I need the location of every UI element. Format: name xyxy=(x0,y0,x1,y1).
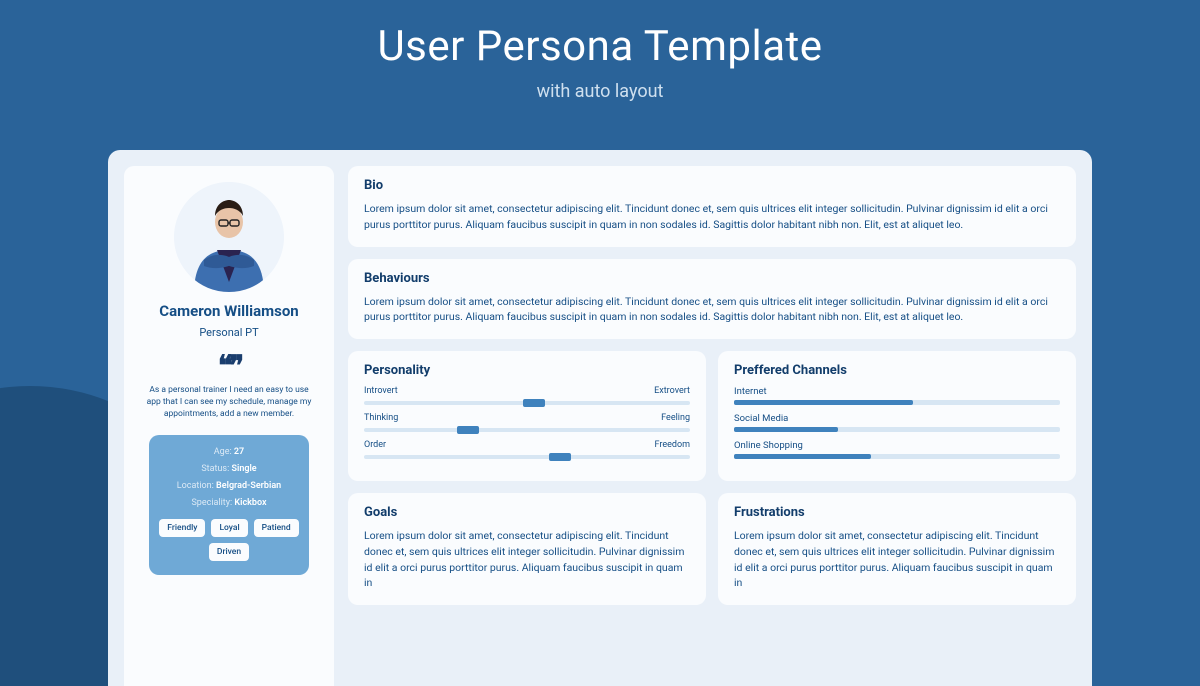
behaviours-panel: Behaviours Lorem ipsum dolor sit amet, c… xyxy=(348,259,1076,340)
avatar xyxy=(174,182,284,292)
trait-tag: Driven xyxy=(209,543,249,561)
channel-row: Internet xyxy=(734,386,1060,405)
info-age: Age: 27 xyxy=(214,447,244,457)
slider-left-label: Introvert xyxy=(364,386,398,396)
behaviours-title: Behaviours xyxy=(364,271,1060,286)
channel-fill xyxy=(734,400,913,405)
channel-label: Online Shopping xyxy=(734,440,1060,451)
bio-panel: Bio Lorem ipsum dolor sit amet, consecte… xyxy=(348,166,1076,247)
personality-slider: Thinking Feeling xyxy=(364,413,690,432)
trait-tag: Friendly xyxy=(159,519,205,537)
info-speciality-label: Speciality: xyxy=(191,498,232,508)
trait-tag: Patiend xyxy=(254,519,299,537)
bio-body: Lorem ipsum dolor sit amet, consectetur … xyxy=(364,201,1060,233)
channels-panel: Preffered Channels Internet Social Media… xyxy=(718,351,1076,481)
personality-title: Personality xyxy=(364,363,690,378)
slider-left-label: Thinking xyxy=(364,413,398,423)
info-location-value: Belgrad-Serbian xyxy=(216,481,281,491)
persona-canvas: Cameron Williamson Personal PT ❝❞ As a p… xyxy=(108,150,1092,686)
info-status: Status: Single xyxy=(201,464,256,474)
personality-slider: Introvert Extrovert xyxy=(364,386,690,405)
row-personality-channels: Personality Introvert Extrovert Thinking… xyxy=(348,351,1076,481)
channel-fill xyxy=(734,454,871,459)
row-goals-frustrations: Goals Lorem ipsum dolor sit amet, consec… xyxy=(348,493,1076,605)
slider-thumb xyxy=(549,453,571,461)
page-title: User Persona Template xyxy=(0,0,1200,71)
channel-row: Online Shopping xyxy=(734,440,1060,459)
quote-icon: ❝❞ xyxy=(218,349,240,383)
slider-thumb xyxy=(457,426,479,434)
persona-quote: As a personal trainer I need an easy to … xyxy=(136,385,322,421)
persona-role: Personal PT xyxy=(199,326,258,339)
info-speciality-value: Kickbox xyxy=(234,498,266,508)
bio-title: Bio xyxy=(364,178,1060,193)
main-column: Bio Lorem ipsum dolor sit amet, consecte… xyxy=(348,166,1076,686)
slider-right-label: Extrovert xyxy=(654,386,690,396)
info-location-label: Location: xyxy=(177,481,214,491)
slider-right-label: Feeling xyxy=(661,413,690,423)
channel-label: Internet xyxy=(734,386,1060,397)
trait-tag: Loyal xyxy=(211,519,247,537)
channel-fill xyxy=(734,427,838,432)
frustrations-title: Frustrations xyxy=(734,505,1060,520)
goals-panel: Goals Lorem ipsum dolor sit amet, consec… xyxy=(348,493,706,605)
avatar-image xyxy=(174,182,284,292)
page-subtitle: with auto layout xyxy=(0,81,1200,102)
channels-title: Preffered Channels xyxy=(734,363,1060,378)
goals-body: Lorem ipsum dolor sit amet, consectetur … xyxy=(364,528,690,591)
personality-slider: Order Freedom xyxy=(364,440,690,459)
info-speciality: Speciality: Kickbox xyxy=(191,498,266,508)
info-card: Age: 27 Status: Single Location: Belgrad… xyxy=(149,435,309,575)
trait-tags: Friendly Loyal Patiend Driven xyxy=(159,519,299,561)
slider-thumb xyxy=(523,399,545,407)
goals-title: Goals xyxy=(364,505,690,520)
channel-row: Social Media xyxy=(734,413,1060,432)
info-location: Location: Belgrad-Serbian xyxy=(177,481,281,491)
frustrations-panel: Frustrations Lorem ipsum dolor sit amet,… xyxy=(718,493,1076,605)
slider-right-label: Freedom xyxy=(655,440,690,450)
persona-sidebar: Cameron Williamson Personal PT ❝❞ As a p… xyxy=(124,166,334,686)
channel-label: Social Media xyxy=(734,413,1060,424)
slider-left-label: Order xyxy=(364,440,386,450)
frustrations-body: Lorem ipsum dolor sit amet, consectetur … xyxy=(734,528,1060,591)
info-status-value: Single xyxy=(231,464,256,474)
persona-name: Cameron Williamson xyxy=(159,302,298,320)
personality-panel: Personality Introvert Extrovert Thinking… xyxy=(348,351,706,481)
info-age-label: Age: xyxy=(214,447,232,457)
behaviours-body: Lorem ipsum dolor sit amet, consectetur … xyxy=(364,294,1060,326)
info-status-label: Status: xyxy=(201,464,229,474)
info-age-value: 27 xyxy=(234,447,244,457)
